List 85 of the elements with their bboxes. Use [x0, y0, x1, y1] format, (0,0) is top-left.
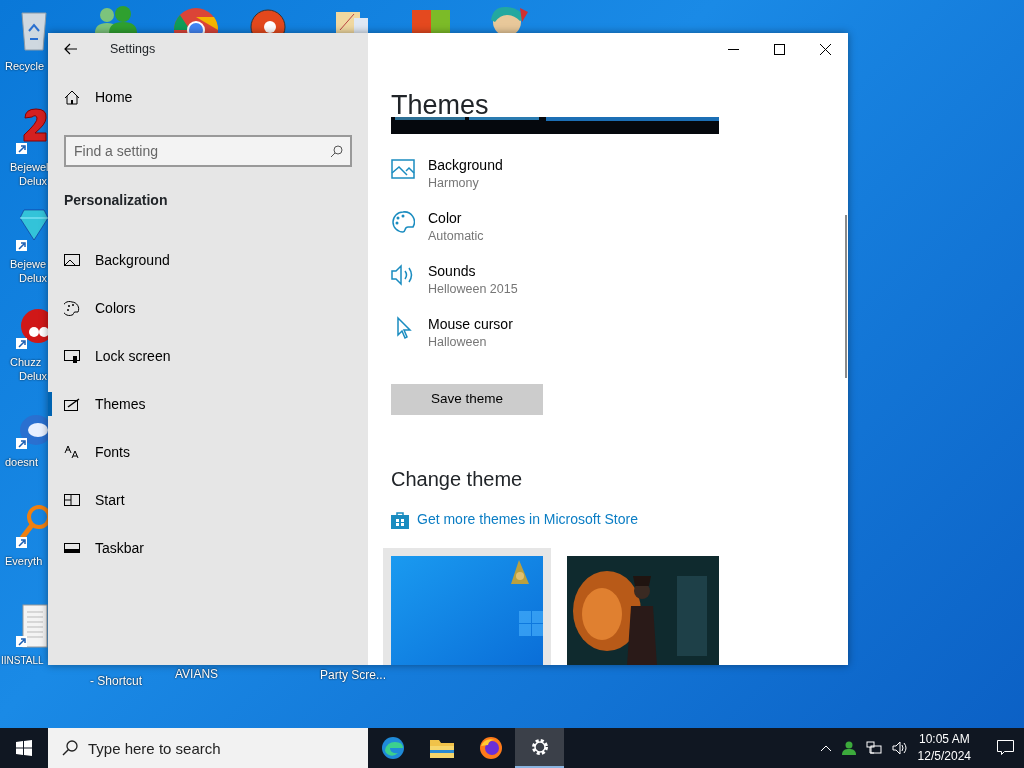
speaker-icon [391, 263, 415, 286]
icon-label[interactable]: Delux [19, 370, 48, 383]
icon-label[interactable]: - Shortcut [90, 675, 143, 688]
search-icon [62, 740, 78, 756]
nav-item[interactable]: Start [48, 476, 368, 524]
folder-icon [429, 738, 454, 758]
shortcut-arrow-icon [16, 537, 27, 548]
icon-label[interactable]: Bejewel [10, 161, 49, 174]
setting-item[interactable]: Sounds Helloween 2015 [391, 262, 848, 315]
firefox-icon [478, 736, 503, 760]
setting-value: Automatic [428, 228, 484, 245]
setting-item[interactable]: Color Automatic [391, 209, 848, 262]
nav-item[interactable]: Background [48, 236, 368, 284]
clock-time[interactable]: 10:05 AM [917, 731, 971, 748]
setting-name: Mouse cursor [428, 315, 513, 333]
person-icon[interactable] [841, 741, 856, 755]
home-icon [64, 89, 80, 105]
page-heading: Themes [391, 89, 490, 121]
store-link[interactable]: Get more themes in Microsoft Store [391, 509, 638, 530]
section-heading: Personalization [64, 191, 169, 210]
shortcut-arrow-icon [16, 438, 27, 449]
setting-value: Helloween 2015 [428, 281, 518, 298]
gear-icon [529, 737, 550, 757]
taskbar-search-field[interactable]: Type here to search [48, 728, 368, 768]
icon-label[interactable]: IINSTALL [1, 654, 44, 667]
recycle-bin-icon[interactable] [20, 9, 48, 51]
volume-icon[interactable] [891, 741, 908, 755]
icon-label[interactable]: AVIANS [175, 668, 219, 681]
windows-logo-icon [16, 740, 32, 756]
setting-name: Sounds [428, 262, 477, 280]
chevron-up-icon[interactable] [819, 744, 832, 752]
setting-name: Background [428, 156, 503, 174]
icon-label[interactable]: Delux [19, 272, 48, 285]
back-icon [64, 43, 78, 55]
edge-icon [380, 736, 405, 760]
theme-tile[interactable] [383, 547, 551, 665]
icon-label[interactable]: Everyth [5, 555, 43, 568]
notifications-icon[interactable] [997, 740, 1014, 756]
home-link[interactable]: Home [48, 73, 368, 121]
icon-label[interactable]: Chuzz [10, 356, 42, 369]
program-icon[interactable] [336, 12, 368, 33]
picture-icon [391, 158, 415, 179]
setting-item[interactable]: Background Harmony [391, 156, 848, 209]
window-title: Settings [110, 40, 156, 58]
search-icon [330, 145, 343, 158]
nav-item[interactable]: Fonts [48, 428, 368, 476]
shortcut-arrow-icon [16, 636, 27, 647]
shortcut-arrow-icon [16, 143, 27, 154]
save-theme-button[interactable]: Save theme [391, 384, 543, 415]
taskbar-icon [64, 543, 80, 553]
picture-icon [64, 254, 80, 266]
screen-icon [64, 349, 80, 363]
scrollbar[interactable] [845, 215, 847, 378]
nav-item[interactable]: Colors [48, 284, 368, 332]
palette-icon [64, 300, 80, 316]
setting-value: Halloween [428, 334, 488, 351]
clock-date[interactable]: 12/5/2024 [917, 748, 971, 765]
nav-item[interactable]: Lock screen [48, 332, 368, 380]
icon-label[interactable]: doesnt [5, 456, 39, 469]
taskbar-app-button[interactable] [515, 728, 564, 768]
document-icon[interactable] [22, 604, 48, 648]
setting-value: Harmony [428, 175, 480, 192]
font-icon [64, 445, 80, 459]
section-heading: Change theme [391, 467, 524, 491]
setting-name: Color [428, 209, 463, 227]
nav-item[interactable]: Themes [48, 380, 368, 428]
search-field[interactable]: Find a setting [64, 135, 352, 167]
diamond-icon[interactable] [20, 208, 48, 242]
icon-label[interactable]: Bejewe [10, 258, 47, 271]
close-icon [819, 43, 831, 55]
setting-item[interactable]: Mouse cursor Halloween [391, 315, 848, 368]
maximize-icon [773, 43, 785, 55]
icon-label[interactable]: Recycle [5, 60, 45, 73]
icon-label[interactable]: Party Scre... [320, 669, 387, 682]
shortcut-arrow-icon [16, 338, 27, 349]
minimize-icon [727, 48, 739, 50]
palette-icon [391, 209, 415, 234]
icon-label[interactable]: Delux [19, 175, 48, 188]
brush-screen-icon [64, 397, 80, 411]
network-icon[interactable] [865, 741, 882, 755]
nav-item[interactable]: Taskbar [48, 524, 368, 572]
store-bag-icon [391, 510, 409, 529]
grid-icon [64, 494, 80, 506]
shortcut-arrow-icon [16, 240, 27, 251]
number-two-icon[interactable] [22, 108, 48, 142]
